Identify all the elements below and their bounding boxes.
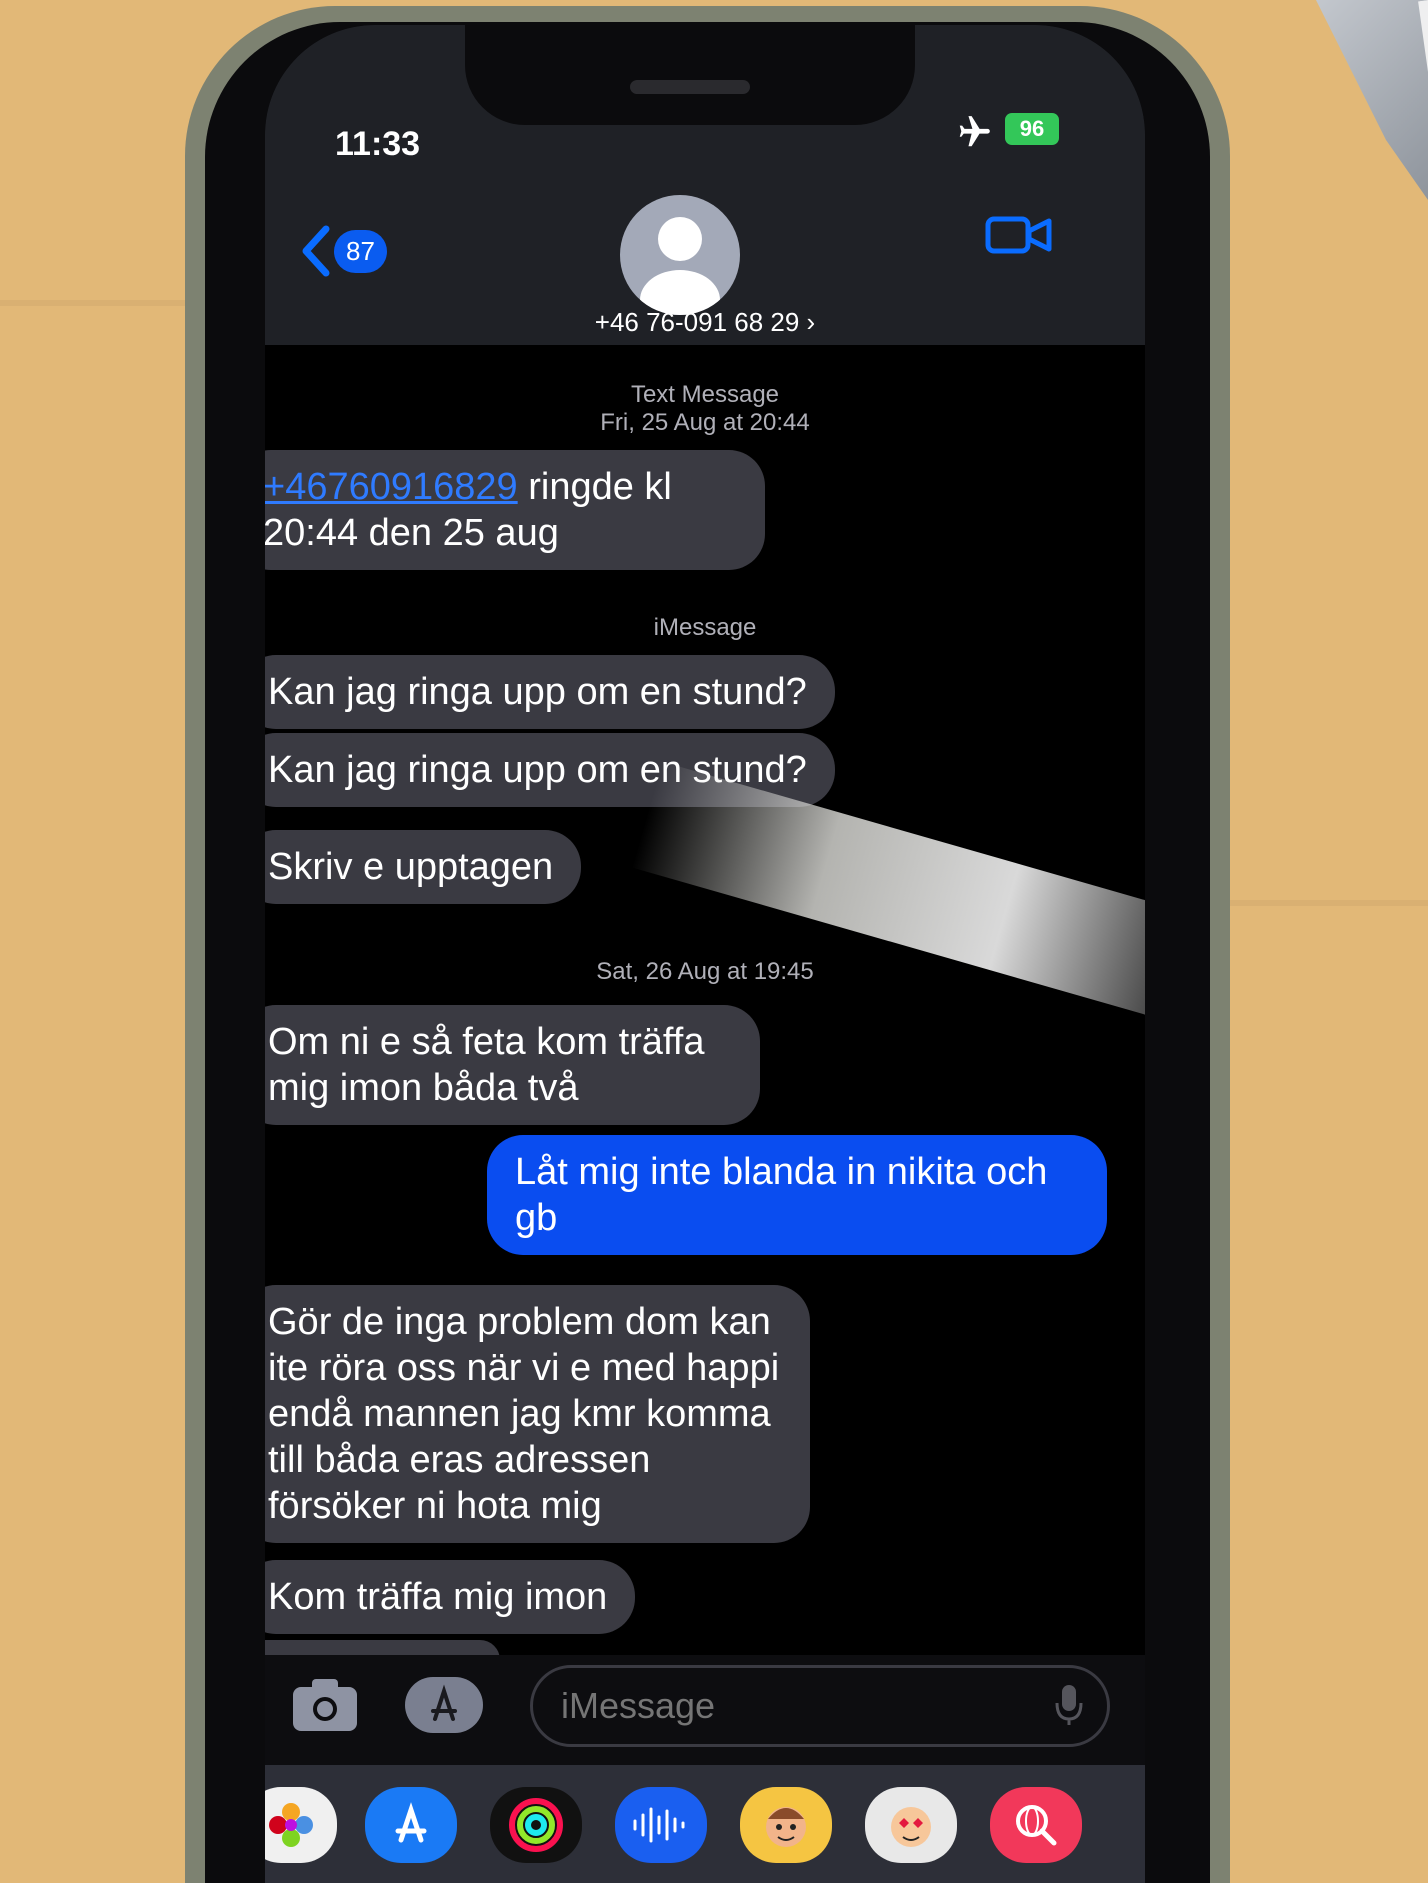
- waveform-icon: [633, 1807, 685, 1843]
- back-button[interactable]: 87: [300, 225, 387, 277]
- activity-rings-icon: [509, 1798, 563, 1852]
- photos-flower-icon: [269, 1803, 313, 1847]
- earpiece: [630, 80, 750, 94]
- camera-icon[interactable]: [290, 1675, 360, 1735]
- message-thread[interactable]: Text Message Fri, 25 Aug at 20:44 +46760…: [265, 345, 1145, 1680]
- chevron-left-icon: [302, 225, 330, 277]
- incoming-message[interactable]: Om ni e så feta kom träffa mig imon båda…: [265, 1005, 760, 1125]
- audio-message-app-icon[interactable]: [615, 1787, 707, 1863]
- timestamp-date: Sat, 26 Aug at 19:45: [596, 958, 814, 985]
- incoming-message[interactable]: +46760916829 ringde kl 20:44 den 25 aug: [265, 450, 765, 570]
- incoming-message[interactable]: Skriv e upptagen: [265, 830, 582, 904]
- web-search-app-icon[interactable]: [990, 1787, 1082, 1863]
- composer-bar: [265, 1655, 1145, 1765]
- incoming-message[interactable]: Gör de inga problem dom kan ite röra oss…: [265, 1285, 810, 1543]
- person-icon: [640, 217, 720, 315]
- search-globe-icon: [1016, 1805, 1057, 1846]
- service-label: iMessage: [653, 614, 757, 641]
- video-call-icon[interactable]: [985, 215, 1053, 255]
- phone-link[interactable]: +46760916829: [265, 466, 518, 508]
- app-store-app-icon[interactable]: [365, 1787, 457, 1863]
- incoming-message[interactable]: Kan jag ringa upp om en stund?: [265, 733, 835, 807]
- timestamp-type: Text Message: [630, 381, 780, 408]
- microphone-icon[interactable]: [1055, 1683, 1083, 1727]
- unread-count-badge: 87: [334, 229, 387, 273]
- app-store-icon: [431, 1684, 457, 1721]
- memoji-app-icon[interactable]: [740, 1787, 832, 1863]
- activity-app-icon[interactable]: [490, 1787, 582, 1863]
- message-input[interactable]: [530, 1665, 1110, 1747]
- phone-screen: 11:33 96 87 +46 76-091 68 29 › Text Mess…: [265, 25, 1145, 1883]
- incoming-message[interactable]: Kan jag ringa upp om en stund?: [265, 655, 835, 729]
- battery-indicator: 96: [1005, 113, 1059, 145]
- desk-grain: [1230, 900, 1428, 906]
- imessage-app-drawer: [265, 1765, 1145, 1883]
- contact-name[interactable]: +46 76-091 68 29 ›: [265, 307, 1145, 338]
- desk-grain: [0, 300, 185, 306]
- outgoing-message[interactable]: Låt mig inte blanda in nikita och gb: [487, 1135, 1107, 1255]
- timestamp-date: Fri, 25 Aug at 20:44: [600, 409, 810, 436]
- app-store-glyph-icon: [395, 1802, 427, 1843]
- photos-app-icon[interactable]: [265, 1787, 337, 1863]
- status-time: 11:33: [335, 125, 421, 163]
- memoji-stickers-app-icon[interactable]: [865, 1787, 957, 1863]
- app-store-button[interactable]: [405, 1677, 483, 1733]
- contact-avatar[interactable]: [620, 195, 740, 315]
- stickers-face-icon: [891, 1807, 931, 1847]
- incoming-message[interactable]: Kom träffa mig imon: [265, 1560, 636, 1634]
- airplane-mode-icon: [959, 116, 990, 147]
- memoji-face-icon: [766, 1807, 806, 1847]
- notch: [465, 25, 915, 125]
